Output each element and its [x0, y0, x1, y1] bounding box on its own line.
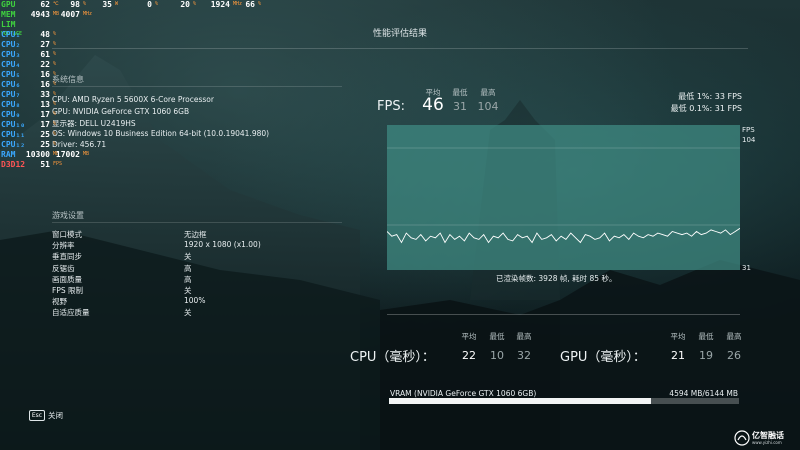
osd-value: 27 — [40, 40, 50, 49]
game-settings-divider — [52, 222, 342, 223]
osd-unit: MB — [83, 151, 90, 157]
osd-unit: % — [53, 81, 57, 87]
osd-value: 66 — [245, 0, 255, 9]
cpu-max-value: 32 — [517, 349, 531, 362]
osd-value: 51 — [40, 160, 50, 169]
sysinfo-display: 显示器: DELL U2419HS — [52, 119, 136, 128]
cpu-label: CPU（毫秒）： — [350, 350, 435, 365]
stats-divider — [387, 314, 740, 315]
osd-value: 4007 — [60, 10, 80, 19]
game-settings-heading: 游戏设置 — [52, 211, 84, 220]
gpu-min-value: 19 — [699, 349, 713, 362]
osd-unit: % — [258, 1, 262, 7]
vram-usage-bar — [389, 398, 739, 404]
osd-unit: FPS — [53, 161, 63, 167]
vram-value: 4594 MB/6144 MB — [669, 389, 738, 398]
gpu-label: GPU（毫秒）： — [560, 350, 646, 365]
system-info-heading: 系统信息 — [52, 75, 84, 84]
osd-unit: % — [53, 131, 57, 137]
setting-label: 垂直同步 — [52, 252, 82, 262]
setting-label: 反锯齿 — [52, 263, 75, 273]
fps-avg-value: 46 — [422, 95, 444, 115]
osd-unit: % — [53, 141, 57, 147]
page-title: 性能评估结果 — [372, 29, 427, 39]
fps-max-value: 104 — [477, 100, 499, 113]
sysinfo-cpu: CPU: AMD Ryzen 5 5600X 6-Core Processor — [52, 95, 214, 104]
watermark-logo-icon — [734, 430, 750, 446]
setting-label: 自适应质量 — [52, 308, 90, 318]
cpu-min-header: 最低 — [489, 332, 505, 341]
osd-value: 61 — [40, 50, 50, 59]
gpu-avg-header: 平均 — [670, 332, 686, 341]
setting-value: 高 — [184, 263, 192, 273]
vram-usage-fill — [389, 398, 651, 404]
watermark-subtext: www.yizhi.com — [752, 440, 782, 445]
osd-unit: % — [53, 31, 57, 37]
fps-min-value: 31 — [453, 100, 467, 113]
fps-graph — [387, 125, 740, 270]
system-info-divider — [52, 86, 342, 87]
gpu-avg-value: 21 — [671, 349, 685, 362]
osd-value: 17 — [40, 120, 50, 129]
vram-label: VRAM (NVIDIA GeForce GTX 1060 6GB) — [390, 389, 537, 398]
setting-value: 1920 x 1080 (x1.00) — [184, 240, 261, 250]
setting-value: 高 — [184, 274, 192, 284]
osd-unit: MHz — [83, 11, 93, 17]
sysinfo-gpu: GPU: NVIDIA GeForce GTX 1060 6GB — [52, 107, 190, 116]
graph-axis-bottom-tick: 31 — [742, 264, 751, 272]
fps-low-1-percent: 最低 1%: 33 FPS — [678, 92, 742, 101]
setting-label: FPS 限制 — [52, 286, 83, 295]
osd-unit: % — [53, 71, 57, 77]
osd-value: 16 — [40, 70, 50, 79]
title-divider — [52, 48, 748, 49]
setting-label: 画面质量 — [52, 274, 82, 284]
gpu-max-header: 最高 — [726, 332, 742, 341]
setting-value: 无边框 — [184, 230, 207, 239]
setting-value: 关 — [184, 308, 192, 318]
graph-background — [387, 125, 740, 270]
osd-value: 25 — [40, 140, 50, 149]
cpu-max-header: 最高 — [516, 332, 532, 341]
osd-value: 17002 — [55, 150, 80, 159]
sysinfo-os: OS: Windows 10 Business Edition 64-bit (… — [52, 129, 270, 138]
graph-axis-unit: FPS — [742, 126, 755, 134]
osd-unit: % — [53, 51, 57, 57]
sysinfo-driver: Driver: 456.71 — [52, 140, 107, 149]
osd-value: 33 — [40, 90, 50, 99]
fps-low-01-percent: 最低 0.1%: 31 FPS — [670, 104, 742, 113]
osd-unit: % — [53, 91, 57, 97]
setting-value: 100% — [184, 296, 206, 306]
setting-value: 关 — [184, 252, 192, 262]
fps-label: FPS: — [377, 99, 405, 114]
watermark-logo: 亿智融话 www.yizhi.com — [734, 428, 796, 448]
cpu-avg-header: 平均 — [461, 332, 477, 341]
osd-value: 13 — [40, 100, 50, 109]
setting-label: 分辨率 — [52, 241, 75, 251]
osd-value: 25 — [40, 130, 50, 139]
osd-value: 16 — [40, 80, 50, 89]
osd-value: 17 — [40, 110, 50, 119]
graph-axis-top-tick: 104 — [742, 136, 756, 144]
osd-unit: % — [53, 61, 57, 67]
osd-unit: % — [53, 121, 57, 127]
osd-unit: % — [53, 41, 57, 47]
cpu-avg-value: 22 — [462, 349, 476, 362]
osd-value: 22 — [40, 60, 50, 69]
close-button[interactable]: 关闭 — [48, 410, 63, 421]
gpu-min-header: 最低 — [698, 332, 714, 341]
frame-summary: 已渲染帧数: 3928 帧, 耗时 85 秒。 — [496, 274, 617, 283]
setting-value: 关 — [184, 286, 192, 295]
osd-unit: % — [53, 101, 57, 107]
cpu-min-value: 10 — [490, 349, 504, 362]
setting-label: 视野 — [52, 297, 67, 307]
gpu-max-value: 26 — [727, 349, 741, 362]
fps-min-header: 最低 — [452, 88, 468, 97]
osd-unit: % — [53, 111, 57, 117]
osd-value: 48 — [40, 30, 50, 39]
setting-label: 窗口模式 — [52, 230, 82, 239]
esc-key-button[interactable]: Esc — [29, 410, 45, 421]
fps-max-header: 最高 — [480, 88, 496, 97]
